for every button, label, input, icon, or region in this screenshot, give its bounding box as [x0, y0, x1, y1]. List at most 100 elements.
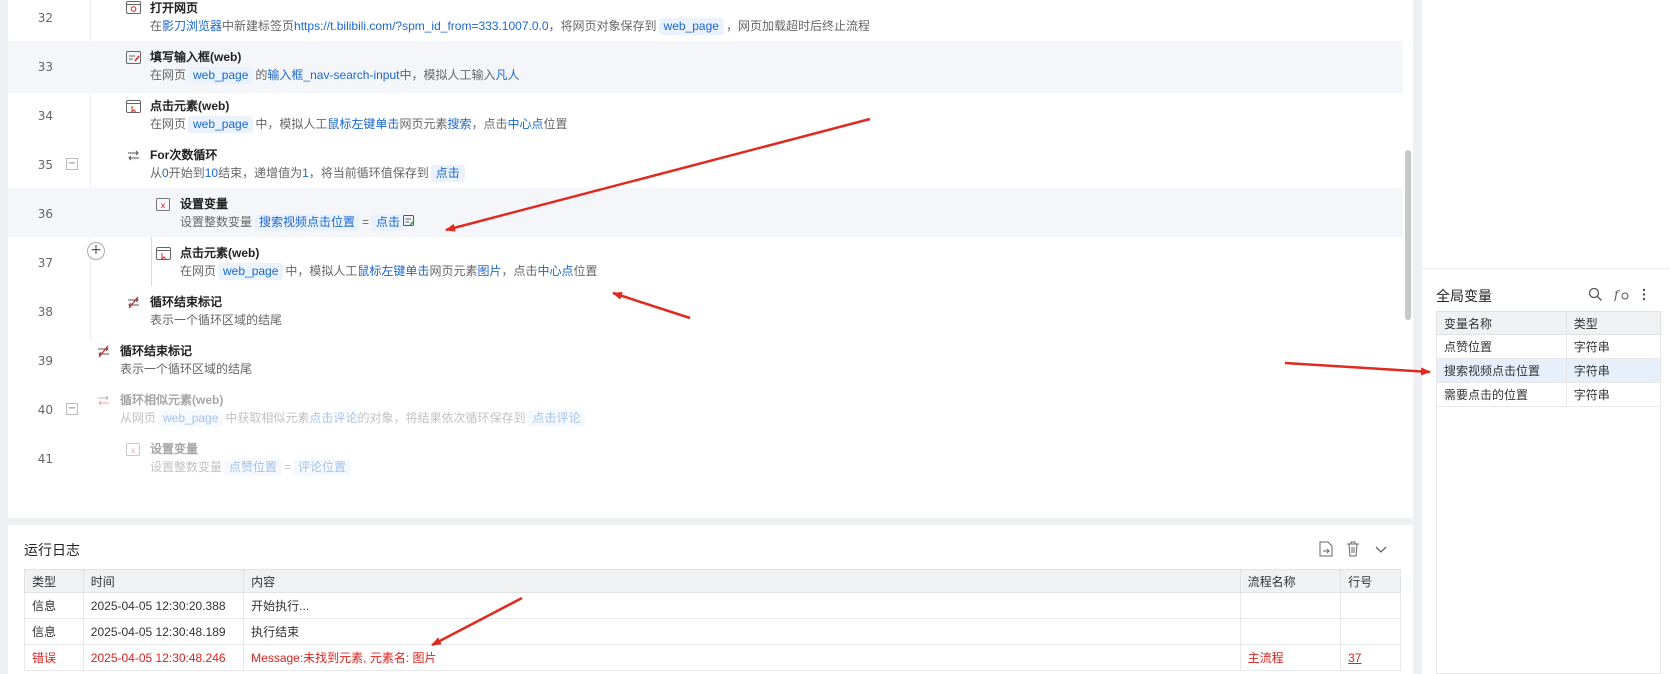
log-line	[1340, 592, 1401, 619]
gv-name: 搜索视频点击位置	[1436, 358, 1567, 383]
note-icon[interactable]	[401, 214, 417, 228]
log-row[interactable]: 信息 2025-04-05 12:30:20.388 开始执行...	[24, 592, 1401, 619]
gv-row[interactable]: 点赞位置 字符串	[1436, 334, 1662, 359]
variable-chip: 评论位置	[293, 459, 352, 476]
svg-text:x: x	[161, 201, 166, 210]
log-col-time[interactable]: 时间	[82, 569, 245, 593]
desc-text: 中，模拟人工	[285, 264, 358, 278]
more-icon[interactable]	[1641, 287, 1657, 303]
log-line-link[interactable]: 37	[1348, 651, 1361, 665]
set-variable-icon: x	[125, 442, 141, 456]
variable-chip: 点击	[430, 165, 465, 182]
line-number: 39	[37, 354, 53, 368]
desc-text: 位置	[543, 117, 568, 131]
step-desc: 表示一个循环区域的结尾	[150, 311, 282, 328]
flow-step[interactable]: 40 − 循环相似元素(web) 从网页 web_page 中获取相似元素点击评论的…	[8, 384, 1403, 436]
step-title: 设置变量	[180, 197, 229, 211]
desc-text: 从网页	[120, 411, 157, 425]
step-title: 循环结束标记	[150, 295, 223, 309]
line-number: 34	[37, 109, 53, 123]
log-row-error[interactable]: 错误 2025-04-05 12:30:48.246 Message:未找到元素…	[24, 644, 1401, 671]
flow-step[interactable]: 36 x 设置变量 设置整数变量 搜索视频点击位置 = 点击	[8, 188, 1403, 237]
right-panel: 全局变量 f 变量名称 类型 点赞位置 字符串 搜索视频点击位置 字符串 需要点…	[1422, 0, 1670, 674]
step-title: 循环相似元素(web)	[120, 393, 224, 407]
gv-empty-area	[1436, 407, 1661, 674]
step-title: 打开网页	[150, 1, 199, 15]
log-col-line[interactable]: 行号	[1340, 569, 1401, 593]
global-vars-table: 变量名称 类型 点赞位置 字符串 搜索视频点击位置 字符串 需要点击的位置 字符…	[1436, 311, 1662, 407]
flow-step[interactable]: 35 − For次数循环 从0开始到10结束，递增值为1，将当前循环值保存到 点击	[8, 139, 1403, 191]
desc-text: 中获取相似元素	[225, 411, 310, 425]
editor-scrollbar[interactable]	[1405, 150, 1411, 320]
desc-text: ，将网页对象保存到	[548, 19, 657, 33]
desc-text: ，点击	[471, 117, 508, 131]
desc-text: 网页元素	[429, 264, 478, 278]
line-number: 37	[37, 256, 53, 270]
flow-step[interactable]: 39 循环结束标记 表示一个循环区域的结尾	[8, 335, 1403, 387]
log-content: Message:未找到元素, 元素名: 图片	[243, 644, 1241, 671]
gv-type: 字符串	[1565, 358, 1662, 383]
desc-text: 从	[150, 166, 163, 180]
log-row[interactable]: 信息 2025-04-05 12:30:48.189 执行结束	[24, 618, 1401, 645]
flow-step[interactable]: 38 循环结束标记 表示一个循环区域的结尾	[8, 286, 1403, 338]
line-number: 36	[37, 207, 53, 221]
gv-row[interactable]: 需要点击的位置 字符串	[1436, 382, 1662, 407]
desc-text: =	[284, 460, 292, 474]
line-number: 40	[37, 403, 53, 417]
chevron-down-icon[interactable]	[1374, 541, 1390, 557]
param-value: 点击评论	[309, 411, 358, 425]
step-title: For次数循环	[150, 148, 218, 162]
desc-text: 网页元素	[399, 117, 448, 131]
desc-text: 表示一个循环区域的结尾	[150, 313, 283, 327]
gv-col-type[interactable]: 类型	[1565, 311, 1662, 335]
param-value: 1	[302, 166, 309, 180]
search-icon[interactable]	[1588, 287, 1604, 303]
step-title: 循环结束标记	[120, 344, 193, 358]
log-time: 2025-04-05 12:30:48.189	[82, 618, 245, 645]
step-title: 点击元素(web)	[150, 99, 230, 113]
desc-text: 的对象，将结果依次循环保存到	[357, 411, 526, 425]
svg-text:f: f	[1614, 288, 1621, 302]
log-col-content[interactable]: 内容	[243, 569, 1241, 593]
desc-text: 在网页	[150, 117, 187, 131]
flow-step[interactable]: 33 填写输入框(web) 在网页 web_page 的输入框_nav-search…	[8, 41, 1403, 93]
desc-text: 中，模拟人工输入	[399, 68, 496, 82]
flow-step[interactable]: 41 x 设置变量 设置整数变量 点赞位置 = 评论位置	[8, 433, 1403, 485]
loop-end-icon	[125, 295, 141, 309]
step-desc: 表示一个循环区域的结尾	[120, 360, 252, 377]
global-vars-title: 全局变量	[1436, 288, 1492, 304]
param-value: 搜索	[447, 117, 472, 131]
collapse-toggle[interactable]: −	[66, 403, 78, 415]
loop-similar-icon	[95, 393, 111, 407]
flow-step[interactable]: 37 点击元素(web) 在网页 web_page 中，模拟人工鼠标左键单击网页元素…	[8, 237, 1403, 289]
gv-name: 点赞位置	[1436, 334, 1567, 359]
param-value: 输入框_nav-search-input	[267, 68, 400, 82]
gv-row-selected[interactable]: 搜索视频点击位置 字符串	[1436, 358, 1662, 383]
svg-text:x: x	[131, 446, 136, 455]
desc-text: 结束，递增值为	[218, 166, 303, 180]
flow-step[interactable]: 34 点击元素(web) 在网页 web_page 中，模拟人工鼠标左键单击网页元素…	[8, 90, 1403, 142]
function-icon[interactable]: f	[1613, 287, 1630, 303]
step-desc: 在网页 web_page 中，模拟人工鼠标左键单击网页元素搜索，点击中心点位置	[150, 115, 568, 133]
panel-divider	[1422, 268, 1670, 269]
desc-text: =	[362, 215, 370, 229]
step-desc: 在网页 web_page 中，模拟人工鼠标左键单击网页元素图片，点击中心点位置	[180, 262, 598, 280]
export-icon[interactable]	[1319, 541, 1335, 557]
desc-text: 在网页	[180, 264, 217, 278]
step-title: 填写输入框(web)	[150, 50, 242, 64]
step-desc: 从0开始到10结束，递增值为1，将当前循环值保存到 点击	[150, 164, 467, 182]
collapse-toggle[interactable]: −	[66, 158, 78, 170]
gv-type: 字符串	[1565, 382, 1662, 407]
step-desc: 设置整数变量 点赞位置 = 评论位置	[150, 458, 353, 476]
log-col-process[interactable]: 流程名称	[1239, 569, 1342, 593]
log-title: 运行日志	[24, 542, 80, 558]
log-type: 错误	[24, 644, 84, 671]
gv-name: 需要点击的位置	[1436, 382, 1567, 407]
log-process	[1239, 618, 1342, 645]
desc-text: 中，模拟人工	[255, 117, 328, 131]
gv-col-name[interactable]: 变量名称	[1436, 311, 1567, 335]
trash-icon[interactable]	[1346, 541, 1362, 557]
log-time: 2025-04-05 12:30:20.388	[82, 592, 245, 619]
log-process: 主流程	[1239, 644, 1342, 671]
log-col-type[interactable]: 类型	[24, 569, 84, 593]
